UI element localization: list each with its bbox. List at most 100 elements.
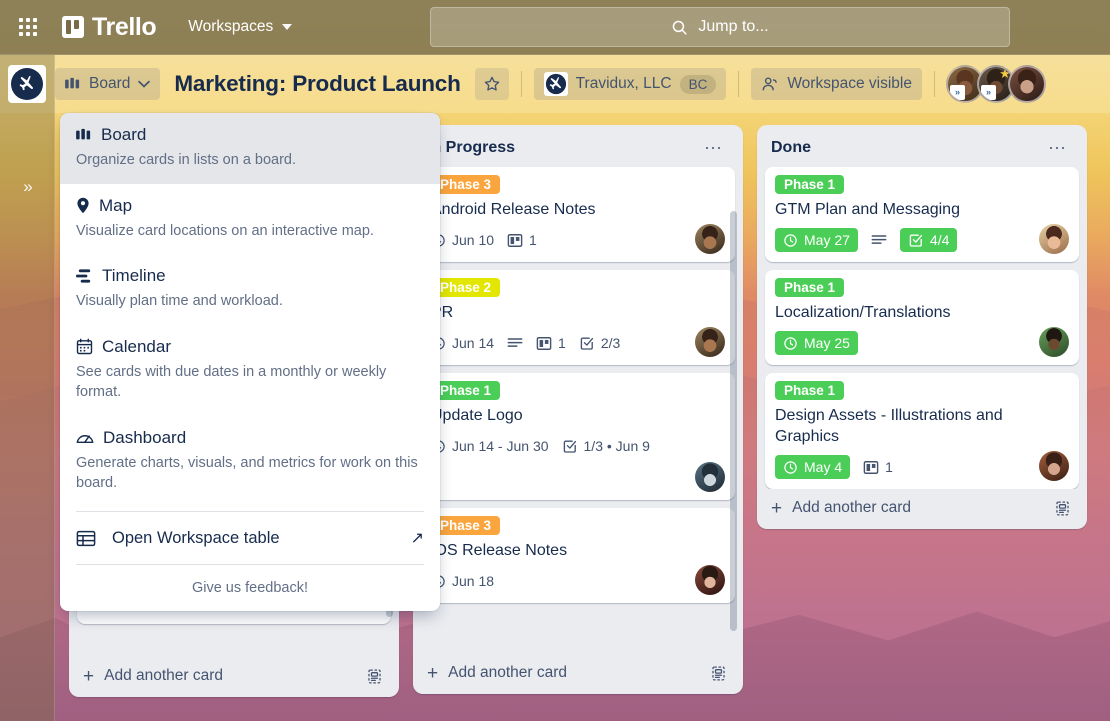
search-icon	[671, 19, 688, 36]
due-date-badge[interactable]: Jun 14 - Jun 30	[431, 438, 549, 454]
timeline-icon	[76, 268, 93, 284]
due-date-badge[interactable]: Jun 14	[431, 335, 494, 351]
menu-item-label: Map	[99, 196, 132, 216]
workspaces-menu-button[interactable]: Workspaces	[180, 12, 300, 42]
search-placeholder: Jump to...	[698, 18, 768, 36]
due-date-text: Jun 14 - Jun 30	[452, 438, 549, 454]
menu-item-label: Calendar	[102, 337, 171, 357]
menu-item-description: Generate charts, visuals, and metrics fo…	[76, 453, 424, 494]
list-header: Done ⋯	[761, 131, 1083, 167]
chevron-down-icon	[138, 80, 150, 88]
divider	[76, 511, 424, 512]
card-title: Update Logo	[431, 405, 725, 426]
views-dropdown-menu: Board Organize cards in lists on a board…	[60, 113, 440, 611]
menu-item-header: Timeline	[76, 266, 424, 286]
divider	[521, 71, 522, 97]
card-template-icon[interactable]	[366, 668, 383, 685]
card-template-icon[interactable]	[1054, 500, 1071, 517]
card-badges: Jun 14	[431, 329, 725, 357]
workspace-visible-icon	[761, 76, 779, 92]
due-date-badge[interactable]: Jun 18	[431, 573, 494, 589]
menu-item-label: Board	[101, 125, 146, 145]
list-title: Done	[771, 139, 811, 157]
checklist-count: 1/3 • Jun 9	[584, 438, 650, 454]
due-date-text: Jun 14	[452, 335, 494, 351]
view-switcher-label: Board	[89, 75, 130, 93]
card[interactable]: Phase 3 iOS Release Notes Jun 18	[421, 508, 735, 603]
card-label: Phase 3	[431, 516, 500, 535]
add-card-footer[interactable]: + Add another card	[417, 654, 739, 690]
card-title: iOS Release Notes	[431, 540, 725, 561]
trello-home-link[interactable]: Trello	[56, 9, 162, 46]
card-title: Design Assets - Illustrations and Graphi…	[775, 405, 1069, 447]
add-card-footer[interactable]: + Add another card	[73, 657, 395, 693]
clock-icon	[783, 336, 798, 351]
calendar-icon	[76, 338, 93, 355]
avatar[interactable]	[1008, 65, 1046, 103]
attachment-count: 1	[529, 232, 537, 248]
due-date-text: Jun 10	[452, 232, 494, 248]
card-badges: May 25	[775, 329, 1069, 357]
workspace-logo-button[interactable]	[8, 65, 46, 103]
due-date-badge[interactable]: May 4	[775, 455, 850, 479]
menu-item-calendar[interactable]: Calendar See cards with due dates in a m…	[60, 325, 440, 416]
card-badges: Jun 18	[431, 567, 725, 595]
card-template-icon[interactable]	[710, 665, 727, 682]
menu-item-board[interactable]: Board Organize cards in lists on a board…	[60, 113, 440, 184]
card[interactable]: Phase 1 GTM Plan and Messaging May 27	[765, 167, 1079, 262]
table-icon	[76, 530, 96, 547]
menu-item-header: Map	[76, 196, 424, 216]
menu-item-map[interactable]: Map Visualize card locations on an inter…	[60, 184, 440, 255]
plus-icon: +	[771, 501, 782, 516]
view-switcher-button[interactable]: Board	[55, 68, 160, 100]
avatar[interactable]	[695, 224, 725, 254]
add-card-label: Add another card	[104, 667, 223, 685]
card-title: Android Release Notes	[431, 199, 725, 220]
airplane-logo-icon	[545, 73, 567, 95]
card[interactable]: Phase 2 PR Jun 14	[421, 270, 735, 365]
left-sidebar: »	[0, 55, 55, 721]
workspace-logo	[544, 72, 568, 96]
card-label: Phase 1	[775, 175, 844, 194]
attachment-badge: 1	[507, 232, 537, 248]
list-actions-icon[interactable]: ⋯	[698, 142, 729, 154]
add-card-footer[interactable]: + Add another card	[761, 489, 1083, 525]
board-header: Board Marketing: Product Launch Travidux…	[0, 55, 1110, 113]
give-feedback-link[interactable]: Give us feedback!	[60, 569, 440, 609]
card-title: PR	[431, 302, 725, 323]
checklist-icon	[562, 438, 578, 454]
avatar[interactable]	[695, 462, 725, 492]
card[interactable]: Phase 1 Update Logo Jun 14 - Jun 30	[421, 373, 735, 500]
board-visibility-label: Workspace visible	[787, 75, 912, 93]
due-date-badge[interactable]: Jun 10	[431, 232, 494, 248]
description-icon	[871, 234, 887, 247]
card-label: Phase 3	[431, 175, 500, 194]
star-board-button[interactable]	[475, 68, 509, 100]
menu-item-label: Dashboard	[103, 428, 186, 448]
board-visibility-button[interactable]: Workspace visible	[751, 68, 922, 100]
double-chevron-right-icon[interactable]: »	[16, 175, 40, 199]
menu-item-timeline[interactable]: Timeline Visually plan time and workload…	[60, 254, 440, 325]
card-badges: Jun 14 - Jun 30 1/3 • Jun 9	[431, 432, 725, 460]
card[interactable]: Phase 3 Android Release Notes Jun 10	[421, 167, 735, 262]
due-date-badge[interactable]: May 25	[775, 331, 858, 355]
workspace-button[interactable]: Travidux, LLC BC	[534, 68, 727, 100]
open-workspace-table-button[interactable]: Open Workspace table ↗	[60, 516, 440, 560]
card-label: Phase 2	[431, 278, 500, 297]
due-date-badge[interactable]: May 27	[775, 228, 858, 252]
add-another-card-button[interactable]: + Add another card	[427, 664, 567, 682]
map-pin-icon	[76, 197, 90, 214]
search-input[interactable]: Jump to...	[430, 7, 1010, 47]
menu-item-dashboard[interactable]: Dashboard Generate charts, visuals, and …	[60, 416, 440, 507]
list-actions-icon[interactable]: ⋯	[1042, 142, 1073, 154]
due-date-text: May 25	[804, 335, 850, 351]
workspace-table-label: Open Workspace table	[112, 529, 280, 548]
avatar[interactable]	[1039, 224, 1069, 254]
list-scrollbar[interactable]	[730, 211, 737, 631]
add-another-card-button[interactable]: + Add another card	[771, 499, 911, 517]
card[interactable]: Phase 1 Localization/Translations May 25	[765, 270, 1079, 365]
add-another-card-button[interactable]: + Add another card	[83, 667, 223, 685]
checklist-badge: 1/3 • Jun 9	[562, 438, 650, 454]
card[interactable]: Phase 1 Design Assets - Illustrations an…	[765, 373, 1079, 489]
apps-grid-button[interactable]	[12, 11, 44, 43]
